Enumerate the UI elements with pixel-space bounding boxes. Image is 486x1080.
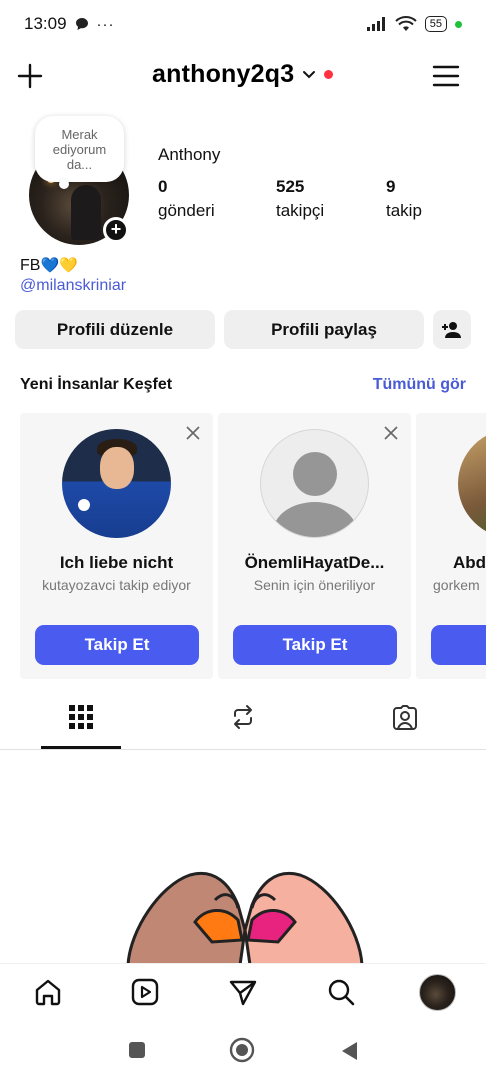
bio-hearts-emoji: 💙💛 [40, 257, 78, 274]
search-icon[interactable] [326, 977, 356, 1007]
suggestion-name: Ich liebe nicht [59, 553, 174, 572]
discover-people-header: Yeni İnsanlar Keşfet Tümünü gör [20, 376, 466, 394]
suggestion-name: ÖnemliHayatDe... [244, 553, 385, 572]
suggestion-avatar[interactable] [260, 429, 369, 538]
reels-icon[interactable] [130, 977, 160, 1007]
dismiss-close-icon[interactable] [383, 425, 399, 441]
followers-stat[interactable]: 525 takipçi [276, 177, 324, 221]
bio-mention-link[interactable]: @milanskriniar [20, 276, 126, 296]
discover-title: Yeni İnsanlar Keşfet [20, 376, 173, 393]
suggestion-card[interactable]: Ich liebe nicht kutayozavci takip ediyor… [20, 413, 213, 679]
system-navigation-bar [0, 1024, 486, 1080]
following-count: 9 [386, 177, 396, 196]
follow-button[interactable]: Takip Et [35, 625, 199, 665]
hamburger-menu-icon[interactable] [432, 64, 460, 88]
privacy-indicator-dot [455, 20, 462, 28]
content-tabs [0, 694, 486, 750]
suggestion-card[interactable]: Abd gorkem T [416, 413, 486, 679]
bio-text: FB [20, 257, 41, 274]
suggestion-subtitle: Senin için öneriliyor [253, 577, 376, 593]
account-switcher[interactable]: anthony2q3 [152, 60, 334, 89]
tagged-icon[interactable] [390, 702, 420, 732]
heart-hands-illustration [126, 872, 364, 965]
posts-label: gönderi [158, 201, 215, 220]
create-plus-icon[interactable] [16, 62, 44, 90]
suggestion-carousel[interactable]: Ich liebe nicht kutayozavci takip ediyor… [20, 413, 486, 679]
home-icon[interactable] [33, 977, 63, 1007]
username-title: anthony2q3 [152, 60, 295, 88]
posts-count: 0 [158, 177, 168, 196]
status-bar: 13:09 ··· 55 [0, 0, 486, 48]
back-triangle-icon[interactable] [340, 1040, 360, 1062]
battery-icon: 55 [424, 16, 447, 32]
bio: FB💙💛 @milanskriniar [20, 256, 126, 296]
suggestion-avatar[interactable] [458, 429, 486, 538]
suggestion-card[interactable]: ÖnemliHayatDe... Senin için öneriliyor T… [218, 413, 411, 679]
notification-dot [324, 70, 334, 79]
note-bubble[interactable]: Merak ediyorum da... [35, 116, 124, 189]
posts-stat: 0 gönderi [158, 177, 215, 221]
status-time: 13:09 [24, 14, 67, 33]
more-notifications-icon: ··· [96, 15, 115, 33]
discover-people-button[interactable] [433, 310, 471, 349]
profile-actions: Profili düzenle Profili paylaş [15, 310, 471, 349]
suggestion-avatar[interactable] [62, 429, 171, 538]
profile-tab-avatar[interactable] [419, 974, 456, 1011]
active-tab-indicator [41, 746, 121, 749]
chevron-down-icon [303, 70, 316, 78]
chat-bubble-icon [75, 18, 88, 30]
note-text: Merak ediyorum da... [52, 126, 107, 172]
follow-button[interactable]: Takip Et [233, 625, 397, 665]
following-label: takip [386, 201, 422, 220]
profile-header: anthony2q3 [0, 52, 486, 104]
suggestion-subtitle: gorkem [433, 577, 480, 593]
messages-send-icon[interactable] [228, 977, 258, 1007]
display-name: Anthony [158, 145, 221, 164]
suggestion-name: Abd [453, 553, 486, 572]
following-stat[interactable]: 9 takip [386, 177, 422, 221]
share-profile-button[interactable]: Profili paylaş [224, 310, 424, 349]
see-all-link[interactable]: Tümünü gör [373, 376, 466, 394]
followers-count: 525 [276, 177, 305, 196]
add-story-plus-icon[interactable]: + [103, 217, 129, 243]
reposts-icon[interactable] [228, 702, 258, 732]
battery-level: 55 [429, 17, 442, 30]
wifi-icon [395, 16, 417, 31]
grid-icon[interactable] [66, 702, 96, 732]
add-person-icon [442, 321, 461, 338]
home-circle-icon[interactable] [229, 1037, 255, 1063]
suggestion-subtitle: kutayozavci takip ediyor [42, 577, 191, 593]
edit-profile-button[interactable]: Profili düzenle [15, 310, 215, 349]
signal-icon [366, 17, 385, 31]
recents-square-icon[interactable] [127, 1040, 147, 1060]
dismiss-close-icon[interactable] [185, 425, 201, 441]
follow-button[interactable]: T [431, 625, 486, 665]
bottom-navigation [0, 963, 486, 1023]
followers-label: takipçi [276, 201, 325, 220]
